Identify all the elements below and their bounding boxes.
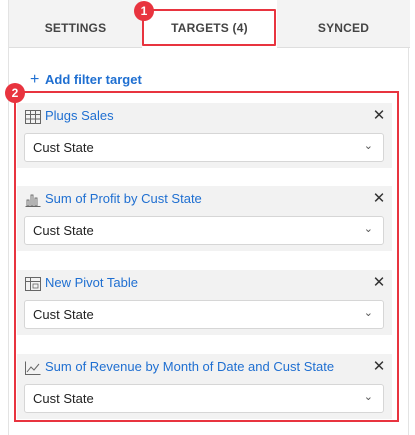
bar-chart-icon xyxy=(25,193,41,207)
target-card-header: New Pivot Table ✕ xyxy=(17,270,392,298)
target-title-link[interactable]: Plugs Sales xyxy=(45,108,114,123)
callout-badge-2: 2 xyxy=(5,83,25,103)
plus-icon: + xyxy=(30,71,40,88)
target-title-link[interactable]: Sum of Profit by Cust State xyxy=(45,191,202,206)
table-icon xyxy=(25,110,41,124)
pivot-table-icon xyxy=(25,277,41,291)
close-icon[interactable]: ✕ xyxy=(372,107,386,125)
target-column-select[interactable]: Cust State ⌄ xyxy=(24,384,384,413)
close-icon[interactable]: ✕ xyxy=(372,274,386,292)
target-title-link[interactable]: New Pivot Table xyxy=(45,275,138,290)
add-filter-target-link[interactable]: + Add filter target xyxy=(30,70,142,90)
target-card: Sum of Revenue by Month of Date and Cust… xyxy=(17,354,392,419)
line-chart-icon xyxy=(25,361,41,375)
target-card: Plugs Sales ✕ Cust State ⌄ xyxy=(17,103,392,168)
chevron-down-icon: ⌄ xyxy=(363,223,373,235)
select-value: Cust State xyxy=(33,307,94,322)
target-column-select[interactable]: Cust State ⌄ xyxy=(24,216,384,245)
chevron-down-icon: ⌄ xyxy=(363,391,373,403)
target-card: New Pivot Table ✕ Cust State ⌄ xyxy=(17,270,392,335)
select-value: Cust State xyxy=(33,223,94,238)
target-title-link[interactable]: Sum of Revenue by Month of Date and Cust… xyxy=(45,359,334,374)
targets-tab-highlight xyxy=(142,9,276,46)
chevron-down-icon: ⌄ xyxy=(363,140,373,152)
chevron-down-icon: ⌄ xyxy=(363,307,373,319)
select-value: Cust State xyxy=(33,140,94,155)
target-column-select[interactable]: Cust State ⌄ xyxy=(24,300,384,329)
close-icon[interactable]: ✕ xyxy=(372,358,386,376)
target-card-header: Sum of Profit by Cust State ✕ xyxy=(17,186,392,214)
tab-synced[interactable]: SYNCED xyxy=(277,0,410,48)
target-column-select[interactable]: Cust State ⌄ xyxy=(24,133,384,162)
select-value: Cust State xyxy=(33,391,94,406)
tab-settings[interactable]: SETTINGS xyxy=(9,0,142,48)
close-icon[interactable]: ✕ xyxy=(372,190,386,208)
target-card: Sum of Profit by Cust State ✕ Cust State… xyxy=(17,186,392,251)
target-card-header: Plugs Sales ✕ xyxy=(17,103,392,131)
callout-badge-1: 1 xyxy=(134,1,154,21)
target-card-header: Sum of Revenue by Month of Date and Cust… xyxy=(17,354,392,382)
add-filter-label: Add filter target xyxy=(45,72,142,87)
